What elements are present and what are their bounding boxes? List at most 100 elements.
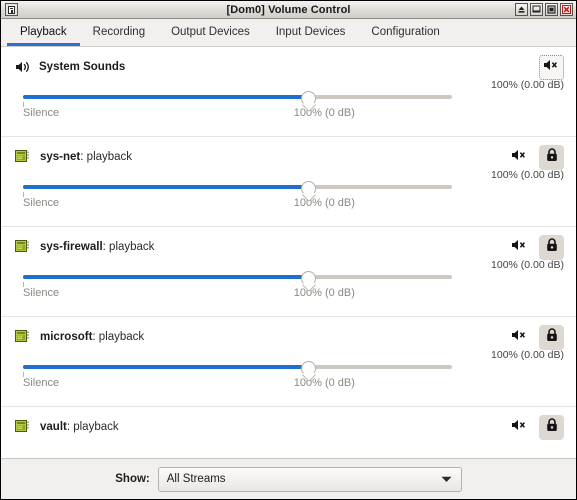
stream-actions: [507, 325, 564, 350]
stream-suffix: : playback: [92, 331, 145, 343]
slider-track[interactable]: [23, 181, 452, 196]
shade-button[interactable]: [515, 3, 528, 16]
stream-name: vault: [40, 421, 67, 433]
lock-icon: [545, 327, 559, 348]
chevron-down-icon: [441, 470, 452, 488]
stream-row: microsoft: playback Silence 100% (0 dB) 100…: [1, 317, 576, 407]
volume-readout: 100% (0.00 dB): [491, 259, 564, 271]
mute-button[interactable]: [507, 145, 532, 170]
slider-track[interactable]: [23, 361, 452, 376]
tab-input-devices[interactable]: Input Devices: [263, 22, 359, 46]
lock-icon: [545, 147, 559, 168]
lock-button[interactable]: [539, 325, 564, 350]
slider-current-label: 100% (0 dB): [293, 287, 355, 299]
mute-button[interactable]: [507, 235, 532, 260]
stream-header: vault: playback: [15, 417, 562, 437]
lock-icon: [545, 417, 559, 438]
stream-row: vault: playback: [1, 407, 576, 458]
stream-actions: [507, 415, 564, 440]
titlebar: [Dom0] Volume Control: [1, 1, 576, 19]
vm-window-icon: [15, 150, 31, 164]
stream-row: System Sounds Silence 100% (0 dB) 100% (0.0…: [1, 47, 576, 137]
slider-track[interactable]: [23, 91, 452, 106]
volume-slider[interactable]: [15, 179, 562, 197]
stream-header: sys-firewall: playback: [15, 237, 562, 257]
mute-button[interactable]: [539, 55, 564, 80]
show-streams-select[interactable]: All Streams: [157, 466, 462, 492]
slider-labels: Silence 100% (0 dB): [15, 377, 562, 393]
volume-readout: 100% (0.00 dB): [491, 349, 564, 361]
slider-handle[interactable]: [301, 271, 317, 286]
stream-suffix: : playback: [66, 421, 119, 433]
mute-button[interactable]: [507, 325, 532, 350]
lock-button[interactable]: [539, 145, 564, 170]
lock-icon: [545, 237, 559, 258]
stream-name: sys-firewall: [40, 241, 103, 253]
stream-title: vault: playback: [40, 421, 119, 433]
slider-min-label: Silence: [23, 287, 60, 299]
slider-min-label: Silence: [23, 377, 60, 389]
window-title: [Dom0] Volume Control: [226, 3, 351, 16]
volume-control-window: [Dom0] Volume Control Playback Recording…: [0, 0, 577, 500]
volume-readout: 100% (0.00 dB): [491, 169, 564, 181]
tab-playback[interactable]: Playback: [7, 22, 80, 46]
stream-actions: [507, 235, 564, 260]
slider-current-label: 100% (0 dB): [293, 107, 355, 119]
stream-actions: [539, 55, 564, 80]
vm-window-icon: [15, 240, 31, 254]
vm-window-icon: [15, 420, 31, 434]
show-label: Show:: [115, 473, 150, 485]
slider-fill: [23, 365, 309, 369]
mute-icon: [511, 148, 528, 167]
tab-bar: Playback Recording Output Devices Input …: [1, 19, 576, 47]
stream-name: sys-net: [40, 151, 81, 163]
close-button[interactable]: [560, 3, 573, 16]
slider-fill: [23, 95, 309, 99]
stream-title: sys-net: playback: [40, 151, 132, 163]
slider-track[interactable]: [23, 271, 452, 286]
stream-row: sys-net: playback Silence 100% (0 dB) 100% …: [1, 137, 576, 227]
slider-labels: Silence 100% (0 dB): [15, 197, 562, 213]
stream-title: sys-firewall: playback: [40, 241, 154, 253]
stream-suffix: : playback: [80, 151, 133, 163]
maximize-button[interactable]: [545, 3, 558, 16]
stream-row: sys-firewall: playback Silence 100% (0 dB)…: [1, 227, 576, 317]
stream-actions: [507, 145, 564, 170]
tab-recording[interactable]: Recording: [80, 22, 158, 46]
stream-list[interactable]: System Sounds Silence 100% (0 dB) 100% (0.0…: [1, 47, 576, 458]
slider-handle[interactable]: [301, 361, 317, 376]
vm-window-icon: [15, 330, 31, 344]
show-streams-value: All Streams: [166, 473, 226, 485]
mute-button[interactable]: [507, 415, 532, 440]
volume-slider[interactable]: [15, 269, 562, 287]
volume-readout: 100% (0.00 dB): [491, 79, 564, 91]
slider-min-label: Silence: [23, 197, 60, 209]
mute-icon: [511, 328, 528, 347]
mute-icon: [543, 58, 560, 77]
tab-configuration[interactable]: Configuration: [358, 22, 452, 46]
tab-output-devices[interactable]: Output Devices: [158, 22, 263, 46]
stream-suffix: : playback: [102, 241, 155, 253]
slider-labels: Silence 100% (0 dB): [15, 287, 562, 303]
slider-handle[interactable]: [301, 181, 317, 196]
volume-slider[interactable]: [15, 89, 562, 107]
slider-current-label: 100% (0 dB): [293, 377, 355, 389]
slider-current-label: 100% (0 dB): [293, 197, 355, 209]
minimize-button[interactable]: [530, 3, 543, 16]
volume-slider[interactable]: [15, 359, 562, 377]
stream-header: sys-net: playback: [15, 147, 562, 167]
lock-button[interactable]: [539, 235, 564, 260]
speaker-icon: [15, 60, 30, 74]
lock-button[interactable]: [539, 415, 564, 440]
stream-name: microsoft: [40, 331, 93, 343]
window-menu-icon[interactable]: [5, 3, 18, 16]
stream-header: microsoft: playback: [15, 327, 562, 347]
footer-bar: Show: All Streams: [1, 458, 576, 499]
slider-fill: [23, 185, 309, 189]
stream-title: microsoft: playback: [40, 331, 144, 343]
slider-labels: Silence 100% (0 dB): [15, 107, 562, 123]
mute-icon: [511, 238, 528, 257]
slider-handle[interactable]: [301, 91, 317, 106]
stream-title: System Sounds: [39, 61, 125, 73]
stream-name: System Sounds: [39, 61, 126, 73]
